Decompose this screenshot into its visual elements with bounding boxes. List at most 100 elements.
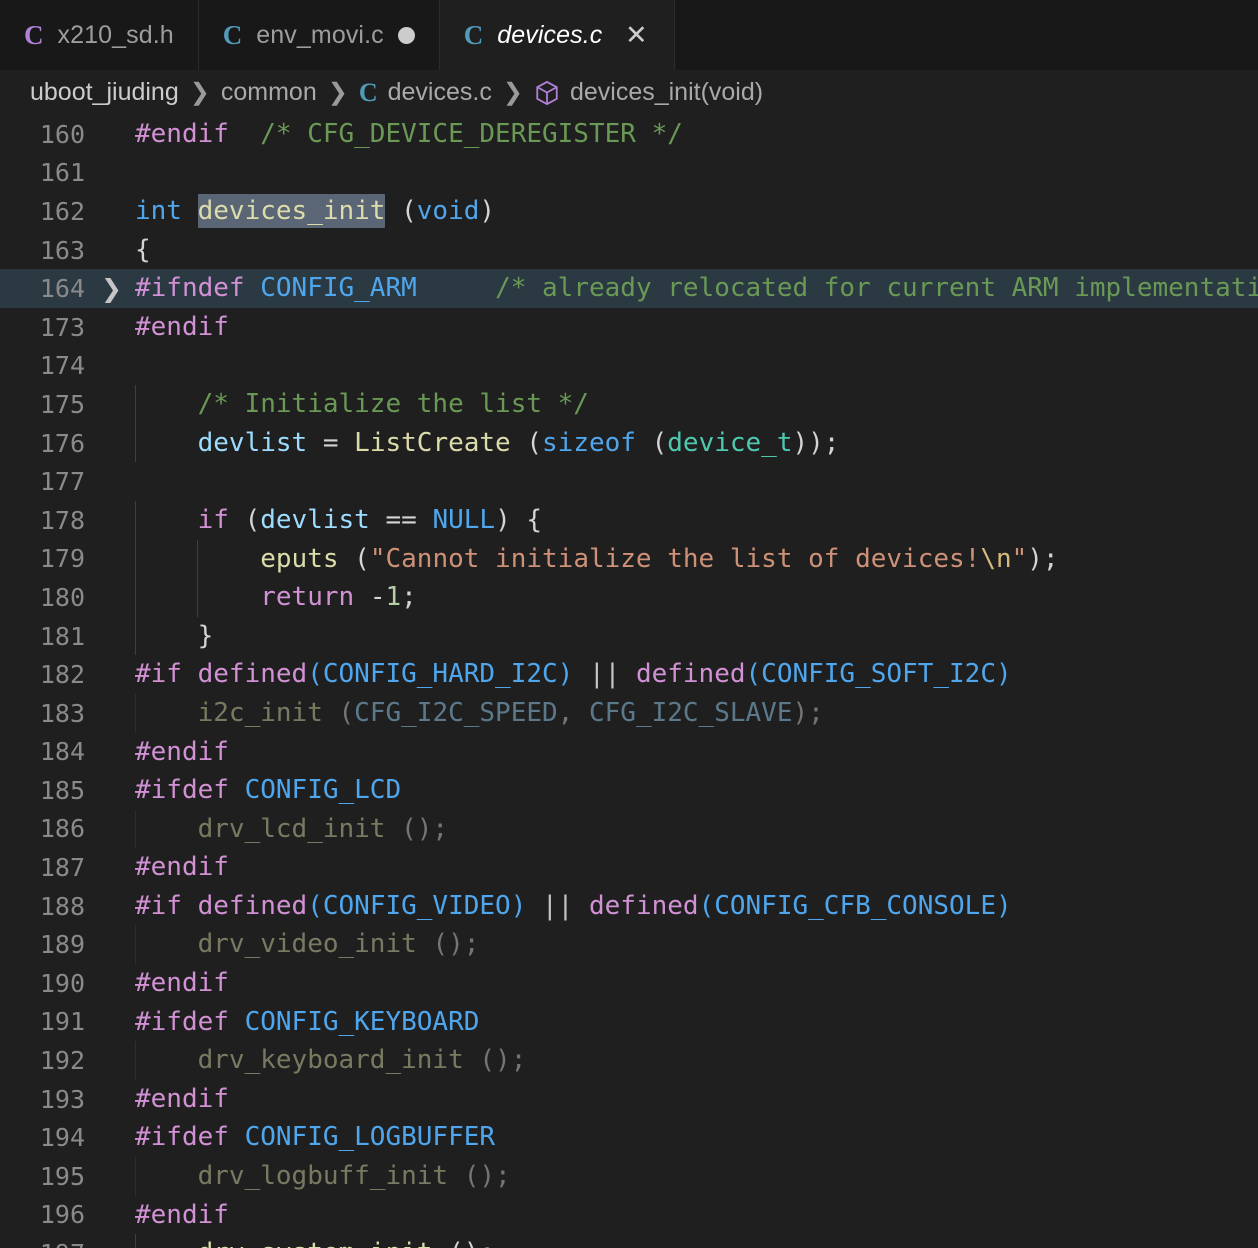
code-content: #if defined(CONFIG_VIDEO) || defined(CON… — [135, 890, 1012, 921]
line-number: 173 — [39, 312, 85, 342]
breadcrumb-separator-icon: ❯ — [327, 79, 348, 106]
line-number: 161 — [39, 158, 85, 188]
line-number: 181 — [39, 621, 85, 651]
code-line[interactable]: 174 — [0, 347, 1258, 386]
code-line[interactable]: 181 } — [0, 616, 1258, 656]
breadcrumb-item-devices-c[interactable]: C devices.c — [359, 78, 492, 108]
code-line[interactable]: 183 i2c_init (CFG_I2C_SPEED, CFG_I2C_SLA… — [0, 693, 1258, 733]
code-line[interactable]: 192 drv_keyboard_init (); — [0, 1041, 1258, 1080]
code-line[interactable]: 173 #endif — [0, 308, 1258, 347]
code-line[interactable]: 189 drv_video_init (); — [0, 925, 1258, 965]
breadcrumb-item-uboot_jiuding[interactable]: uboot_jiuding — [30, 78, 179, 107]
symbol-method-icon — [534, 79, 560, 107]
code-content: devlist = ListCreate (sizeof (device_t))… — [135, 423, 1258, 463]
code-line[interactable]: 182 #if defined(CONFIG_HARD_I2C) || defi… — [0, 655, 1258, 694]
code-line[interactable]: 180 return -1; — [0, 578, 1258, 617]
line-number: 188 — [39, 891, 85, 921]
code-line[interactable]: 177 — [0, 462, 1258, 501]
code-content: #endif /* CFG_DEVICE_DEREGISTER */ — [135, 119, 683, 149]
line-number: 180 — [39, 582, 85, 612]
breadcrumb-separator-icon: ❯ — [502, 79, 523, 106]
code-line[interactable]: 162 int devices_init (void) — [0, 192, 1258, 231]
code-content-inactive: drv_keyboard_init (); — [135, 1041, 1258, 1080]
tab-x210_sd-h[interactable]: C x210_sd.h — [0, 0, 199, 70]
line-number: 176 — [39, 428, 85, 458]
code-line-folded[interactable]: 164 ❯ #ifndef CONFIG_ARM /* already relo… — [0, 269, 1258, 308]
breadcrumb-item-devices_init[interactable]: devices_init(void) — [534, 78, 763, 107]
tab-devices-c[interactable]: C devices.c ✕ — [439, 0, 676, 70]
code-line[interactable]: 163 { — [0, 231, 1258, 270]
code-line[interactable]: 160 #endif /* CFG_DEVICE_DEREGISTER */ — [0, 115, 1258, 154]
line-number: 162 — [39, 196, 85, 226]
tab-label: x210_sd.h — [57, 20, 174, 49]
line-number: 195 — [39, 1161, 85, 1191]
breadcrumb-label: uboot_jiuding — [30, 78, 179, 106]
code-content: #ifdef CONFIG_KEYBOARD — [135, 1006, 480, 1037]
line-number: 194 — [39, 1123, 85, 1153]
code-line[interactable]: 187 #endif — [0, 848, 1258, 887]
code-line[interactable]: 178 if (devlist == NULL) { — [0, 500, 1258, 540]
code-editor[interactable]: 160 #endif /* CFG_DEVICE_DEREGISTER */ 1… — [0, 115, 1258, 1248]
code-line[interactable]: 184 #endif — [0, 733, 1258, 772]
line-number: 196 — [39, 1200, 85, 1230]
line-number: 197 — [0, 1239, 88, 1248]
code-line[interactable]: 191 #ifdef CONFIG_KEYBOARD — [0, 1003, 1258, 1042]
close-icon[interactable]: ✕ — [622, 21, 650, 49]
code-line[interactable]: 193 #endif — [0, 1080, 1258, 1119]
code-content: #endif — [135, 736, 229, 767]
line-number: 193 — [39, 1084, 85, 1114]
code-content: #endif — [135, 852, 229, 883]
breadcrumb-label: common — [220, 78, 317, 106]
breadcrumb-separator-icon: ❯ — [189, 79, 210, 106]
code-content-inactive: drv_logbuff_init (); — [135, 1157, 1258, 1196]
code-line[interactable]: 179 eputs ("Cannot initialize the list o… — [0, 539, 1258, 579]
tab-env_movi-c[interactable]: C env_movi.c — [198, 0, 440, 70]
code-content: #ifdef CONFIG_LOGBUFFER — [135, 1122, 496, 1153]
code-content: int devices_init (void) — [135, 194, 496, 229]
breadcrumb-item-common[interactable]: common — [221, 78, 317, 107]
code-content: { — [135, 234, 151, 265]
code-line[interactable]: 195 drv_logbuff_init (); — [0, 1157, 1258, 1196]
c-source-file-icon: C — [358, 77, 378, 107]
code-content-inactive: i2c_init (CFG_I2C_SPEED, CFG_I2C_SLAVE); — [135, 693, 1258, 733]
code-line[interactable]: 176 devlist = ListCreate (sizeof (device… — [0, 423, 1258, 463]
code-line[interactable]: 190 #endif — [0, 964, 1258, 1003]
code-line[interactable]: 161 — [0, 154, 1258, 193]
line-number: 191 — [39, 1007, 85, 1037]
code-content: #endif — [135, 1199, 229, 1230]
code-line[interactable]: 185 #ifdef CONFIG_LCD — [0, 771, 1258, 810]
code-line[interactable]: 188 #if defined(CONFIG_VIDEO) || defined… — [0, 887, 1258, 926]
breadcrumb-label: devices.c — [387, 78, 492, 106]
line-number: 175 — [39, 389, 85, 419]
code-content: #ifndef CONFIG_ARM /* already relocated … — [135, 273, 1258, 304]
code-content: eputs ("Cannot initialize the list of de… — [135, 539, 1258, 579]
c-header-file-icon: C — [24, 19, 44, 50]
code-line[interactable]: 175 /* Initialize the list */ — [0, 385, 1258, 424]
line-number: 185 — [39, 775, 85, 805]
code-line[interactable]: 186 drv_lcd_init (); — [0, 809, 1258, 849]
line-number: 179 — [39, 544, 85, 574]
code-content: /* Initialize the list */ — [135, 385, 1258, 424]
line-number: 160 — [39, 119, 85, 149]
code-content: #endif — [135, 311, 229, 342]
c-source-file-icon: C — [463, 19, 484, 50]
unsaved-changes-dot-icon[interactable] — [397, 26, 415, 44]
tab-label: devices.c — [497, 20, 603, 49]
breadcrumb-label: devices_init(void) — [569, 78, 764, 106]
code-line[interactable]: 197 drv_system_init (); — [0, 1234, 1258, 1248]
line-number: 174 — [39, 351, 85, 381]
line-number: 163 — [39, 235, 85, 265]
code-content: #endif — [135, 968, 229, 999]
line-number: 184 — [39, 737, 85, 767]
line-number: 164 — [39, 274, 85, 304]
fold-chevron-icon[interactable]: ❯ — [88, 274, 135, 303]
code-content: if (devlist == NULL) { — [135, 500, 1258, 540]
code-content: #endif — [135, 1083, 229, 1114]
code-line[interactable]: 194 #ifdef CONFIG_LOGBUFFER — [0, 1118, 1258, 1157]
code-content: #ifdef CONFIG_LCD — [135, 775, 402, 806]
code-content: } — [135, 616, 1258, 656]
line-number: 190 — [39, 968, 85, 998]
c-source-file-icon: C — [222, 19, 243, 50]
code-line[interactable]: 196 #endif — [0, 1196, 1258, 1235]
code-content: drv_system_init (); — [135, 1234, 1258, 1248]
